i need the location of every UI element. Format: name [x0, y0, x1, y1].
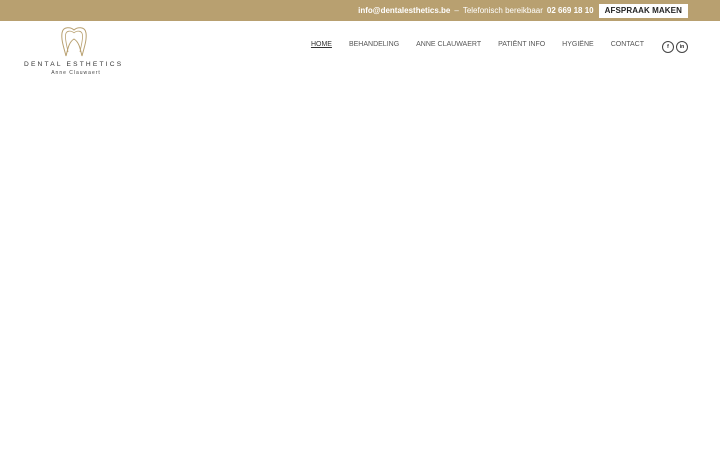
nav-item-patient-info[interactable]: PATIËNT INFO [498, 41, 545, 48]
make-appointment-button[interactable]: AFSPRAAK MAKEN [598, 3, 688, 18]
linkedin-icon[interactable]: in [676, 41, 688, 53]
social-links: f in [662, 41, 688, 53]
separator: – [454, 6, 459, 15]
logo-brand-text: DENTAL ESTHETICS [24, 61, 124, 68]
main-navigation: HOME BEHANDELING ANNE CLAUWAERT PATIËNT … [311, 41, 644, 48]
nav-item-home[interactable]: HOME [311, 41, 332, 48]
top-bar: info@dentalesthetics.be – Telefonisch be… [0, 0, 720, 21]
nav-item-behandeling[interactable]: BEHANDELING [349, 41, 399, 48]
tooth-outline-icon [61, 27, 87, 57]
logo-subtitle: Anne Clauwaert [51, 70, 101, 76]
site-logo[interactable]: DENTAL ESTHETICS Anne Clauwaert [24, 26, 128, 80]
nav-item-contact[interactable]: CONTACT [611, 41, 644, 48]
phone-label: Telefonisch bereikbaar [462, 6, 543, 15]
phone-number[interactable]: 02 669 18 10 [547, 6, 594, 15]
nav-item-anne-clauwaert[interactable]: ANNE CLAUWAERT [416, 41, 481, 48]
facebook-icon[interactable]: f [662, 41, 674, 53]
nav-item-hygiene[interactable]: HYGIËNE [562, 41, 594, 48]
email-link[interactable]: info@dentalesthetics.be [358, 6, 450, 15]
